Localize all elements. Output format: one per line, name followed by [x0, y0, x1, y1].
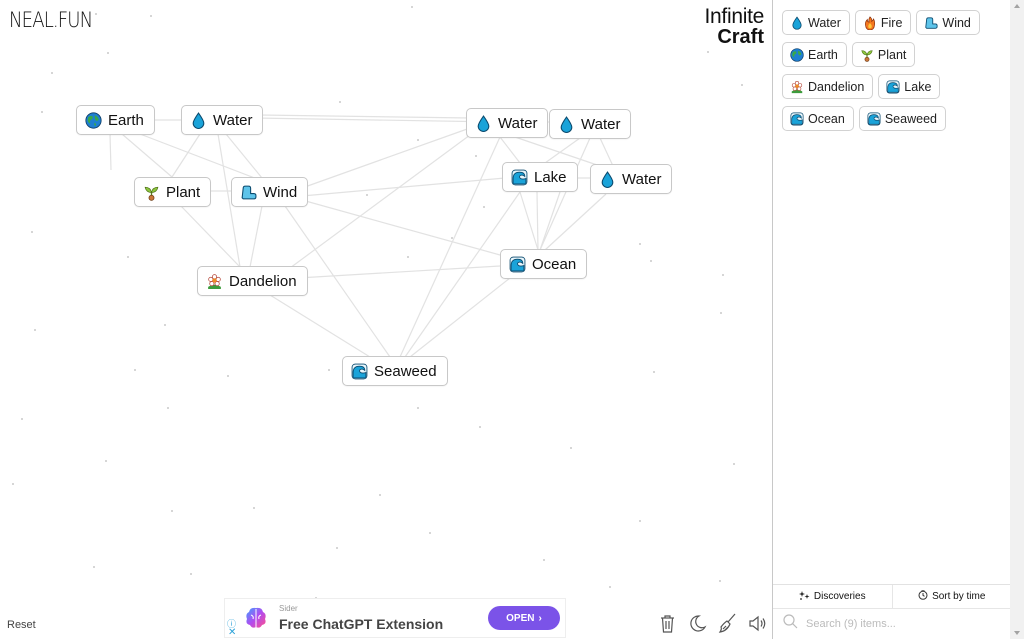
canvas-element-earth[interactable]: Earth [76, 105, 155, 135]
item-label: Earth [808, 47, 838, 62]
element-label: Earth [108, 111, 144, 129]
item-label: Plant [877, 47, 907, 62]
tab-sort-by-time[interactable]: Sort by time [891, 585, 1012, 608]
element-label: Dandelion [229, 272, 297, 290]
element-label: Lake [534, 168, 567, 186]
sidebar-item-earth[interactable]: Earth [782, 42, 847, 67]
scroll-up-arrow-icon[interactable] [1014, 4, 1020, 8]
item-label: Lake [904, 79, 932, 94]
item-label: Fire [880, 15, 903, 30]
canvas-element-water[interactable]: Water [590, 164, 673, 194]
item-label: Dandelion [808, 79, 865, 94]
water-drop-icon [790, 15, 804, 30]
sound-icon[interactable] [747, 613, 767, 633]
sider-brain-icon [245, 606, 267, 635]
title-line-1: Infinite [704, 5, 765, 28]
water-drop-icon [190, 111, 207, 129]
infinite-craft-title: Infinite Craft [704, 5, 765, 48]
wave-icon [509, 256, 526, 273]
ad-open-label: OPEN [506, 612, 535, 624]
sidebar-item-dandelion[interactable]: Dandelion [782, 74, 874, 99]
item-label: Wind [942, 15, 971, 30]
tab-label: Sort by time [932, 591, 986, 602]
scroll-down-arrow-icon[interactable] [1014, 631, 1020, 635]
tab-discoveries[interactable]: Discoveries [773, 585, 892, 608]
water-drop-icon [599, 170, 616, 188]
sidebar-footer: Discoveries Sort by time [773, 584, 1011, 639]
earth-globe-icon [790, 47, 804, 62]
element-label: Water [581, 115, 621, 133]
water-drop-icon [475, 114, 492, 132]
canvas-element-dandelion[interactable]: Dandelion [197, 266, 308, 296]
element-label: Wind [263, 183, 298, 201]
sidebar-item-wind[interactable]: Wind [916, 10, 980, 35]
element-list: Water Fire Wind Earth Plant Dandelion La… [782, 10, 1007, 131]
search-icon [783, 614, 798, 634]
title-line-2: Craft [717, 26, 764, 48]
wind-icon [924, 16, 938, 30]
wind-icon [240, 184, 257, 201]
item-label: Water [808, 15, 841, 30]
reset-button[interactable]: Reset [7, 619, 36, 631]
sidebar: Water Fire Wind Earth Plant Dandelion La… [772, 0, 1011, 639]
ad-banner[interactable]: ⓘ ✕ Sider Free ChatGPT Extension OPEN › [224, 598, 566, 638]
element-label: Water [213, 111, 253, 129]
flower-icon [206, 273, 223, 290]
ad-open-button[interactable]: OPEN › [488, 606, 560, 630]
dark-mode-icon[interactable] [687, 613, 707, 633]
crafting-canvas[interactable]: NEAL.FUN Infinite Craft Earth Water Plan… [0, 0, 772, 639]
water-drop-icon [558, 115, 575, 133]
fire-icon [863, 15, 877, 30]
seedling-icon [143, 184, 160, 201]
item-label: Ocean [808, 111, 845, 126]
element-label: Ocean [532, 255, 577, 273]
clock-icon [918, 590, 928, 603]
sidebar-item-lake[interactable]: Lake [878, 74, 941, 99]
wave-icon [351, 363, 368, 380]
canvas-element-water[interactable]: Water [466, 108, 549, 138]
background-stars [0, 0, 772, 639]
chevron-right-icon: › [538, 612, 542, 624]
ad-close-icon[interactable]: ✕ [228, 627, 236, 638]
wave-icon [886, 80, 900, 94]
sidebar-item-water[interactable]: Water [782, 10, 850, 35]
wave-icon [790, 112, 804, 126]
element-label: Plant [166, 183, 201, 201]
sidebar-scrollbar[interactable] [1010, 0, 1024, 639]
trash-icon[interactable] [657, 613, 677, 633]
canvas-toolbar [657, 613, 767, 633]
wave-icon [511, 169, 528, 186]
infinite-craft-app: NEAL.FUN Infinite Craft Earth Water Plan… [0, 0, 1024, 639]
canvas-element-water[interactable]: Water [549, 109, 632, 139]
element-label: Water [498, 114, 538, 132]
neal-fun-logo[interactable]: NEAL.FUN [9, 8, 93, 32]
sidebar-item-plant[interactable]: Plant [851, 42, 916, 67]
tab-label: Discoveries [813, 591, 866, 602]
ad-headline[interactable]: Free ChatGPT Extension [279, 616, 443, 632]
flower-icon [790, 80, 804, 94]
seedling-icon [860, 48, 874, 62]
canvas-element-wind[interactable]: Wind [231, 177, 309, 207]
sidebar-tabs: Discoveries Sort by time [773, 585, 1011, 609]
canvas-element-lake[interactable]: Lake [502, 162, 578, 192]
canvas-element-water[interactable]: Water [181, 105, 264, 135]
ad-brand: Sider [279, 604, 298, 613]
canvas-element-ocean[interactable]: Ocean [500, 249, 588, 279]
canvas-element-seaweed[interactable]: Seaweed [342, 356, 448, 386]
item-label: Seaweed [884, 111, 937, 126]
element-label: Seaweed [374, 362, 437, 380]
sidebar-item-ocean[interactable]: Ocean [782, 106, 854, 131]
sidebar-item-fire[interactable]: Fire [854, 10, 912, 35]
search-input[interactable] [806, 618, 986, 630]
broom-icon[interactable] [717, 613, 737, 633]
search-bar [773, 609, 1011, 639]
element-label: Water [622, 170, 662, 188]
sparkle-icon [798, 590, 810, 603]
earth-globe-icon [85, 111, 102, 129]
sidebar-item-seaweed[interactable]: Seaweed [858, 106, 946, 131]
wave-icon [867, 112, 881, 126]
canvas-element-plant[interactable]: Plant [134, 177, 212, 207]
